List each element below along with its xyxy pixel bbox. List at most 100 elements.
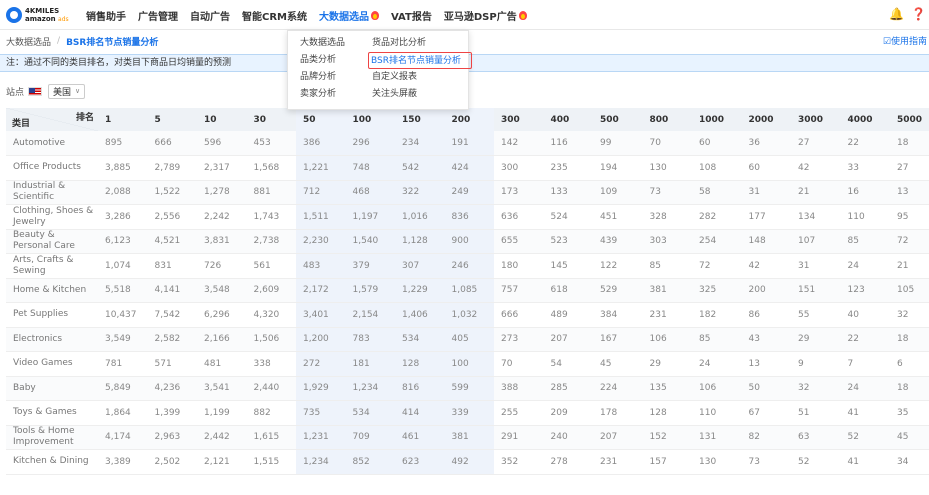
nav-item-6[interactable]: 亚马逊DSP广告	[444, 8, 527, 23]
table-row: Beauty & Personal Care 6,123 4,521 3,831 2,7…	[6, 229, 929, 254]
sales-cell: 282	[692, 204, 742, 230]
sales-cell: 596	[197, 131, 247, 156]
sales-cell: 5,849	[98, 376, 148, 401]
sales-cell: 142	[494, 131, 544, 156]
category-cell: Pet Supplies	[6, 302, 98, 328]
sales-cell: 24	[840, 376, 890, 401]
nav-item-0[interactable]: 销售助手	[86, 8, 126, 23]
table-row: Kitchen & Dining 3,389 2,502 2,121 1,515 1,23…	[6, 449, 929, 475]
sales-cell: 4,236	[147, 376, 197, 401]
sales-cell: 86	[741, 302, 791, 328]
category-cell: Tools & Home Improvement	[6, 425, 98, 450]
table-row: Tools & Home Improvement 4,174 2,963 2,442 1…	[6, 425, 929, 450]
site-select[interactable]: 美国 ∨	[48, 83, 86, 99]
dropdown-item[interactable]: 大数据选品	[298, 35, 347, 52]
sales-cell: 5,518	[98, 278, 148, 303]
sales-cell: 128	[642, 400, 692, 426]
rank-header: 200	[444, 108, 494, 131]
sales-cell: 85	[692, 327, 742, 352]
table-row: Pet Supplies 10,437 7,542 6,296 4,320 3,401 2,…	[6, 302, 929, 328]
rank-header: 3000	[791, 108, 841, 131]
rank-header: 5000	[890, 108, 929, 131]
nav-item-label: 亚马逊DSP广告	[443, 11, 517, 23]
sales-cell: 51	[791, 400, 841, 426]
sales-cell: 852	[345, 449, 395, 475]
sales-cell: 55	[791, 302, 841, 328]
nav-item-3[interactable]: 智能CRM系统	[242, 8, 307, 23]
breadcrumb-root[interactable]: 大数据选品	[6, 35, 51, 48]
rank-header: 5	[147, 108, 197, 131]
nav-item-1[interactable]: 广告管理	[138, 8, 178, 23]
dropdown-item[interactable]: BSR排名节点销量分析	[368, 52, 472, 69]
sales-cell: 439	[593, 229, 643, 254]
corner-category-label: 类目	[12, 119, 31, 129]
sales-cell: 1,221	[296, 155, 346, 181]
sales-cell: 1,074	[98, 253, 148, 279]
nav-item-4[interactable]: 大数据选品	[319, 8, 379, 23]
sales-cell: 122	[593, 253, 643, 279]
sales-cell: 133	[543, 180, 593, 205]
sales-cell: 2,556	[147, 204, 197, 230]
rank-header: 100	[345, 108, 395, 131]
sales-cell: 167	[593, 327, 643, 352]
sales-cell: 381	[642, 278, 692, 303]
sales-cell: 58	[692, 180, 742, 205]
sales-cell: 116	[543, 131, 593, 156]
sales-cell: 22	[840, 131, 890, 156]
table-row: Arts, Crafts & Sewing 1,074 831 726 561 483 37…	[6, 253, 929, 279]
breadcrumb: 大数据选品 / BSR排名节点销量分析	[6, 34, 158, 48]
sales-cell: 3,286	[98, 204, 148, 230]
sales-cell: 135	[642, 376, 692, 401]
nav-item-label: 智能CRM系统	[242, 11, 307, 23]
sales-cell: 1,579	[345, 278, 395, 303]
sales-cell: 1,197	[345, 204, 395, 230]
sales-cell: 483	[296, 253, 346, 279]
sales-cell: 2,154	[345, 302, 395, 328]
dropdown-item[interactable]: 品类分析	[298, 52, 347, 69]
nav-item-2[interactable]: 自动广告	[190, 8, 230, 23]
us-flag-icon	[28, 86, 43, 96]
sales-cell: 180	[494, 253, 544, 279]
sales-cell: 666	[494, 302, 544, 328]
logo-mark-icon	[6, 7, 22, 23]
sales-cell: 895	[98, 131, 148, 156]
sales-cell: 278	[543, 449, 593, 475]
sales-cell: 181	[345, 351, 395, 377]
sales-cell: 3,548	[197, 278, 247, 303]
site-select-value: 美国	[53, 87, 72, 98]
sales-cell: 231	[642, 302, 692, 328]
dropdown-item[interactable]: 卖家分析	[298, 86, 347, 103]
sales-cell: 1,032	[444, 302, 494, 328]
sales-cell: 191	[444, 131, 494, 156]
site-selector-row: 站点 美国 ∨	[6, 83, 86, 99]
sales-cell: 816	[395, 376, 445, 401]
usage-guide-link[interactable]: ☑使用指南	[883, 34, 927, 47]
rank-header: 2000	[741, 108, 791, 131]
notification-icon[interactable]: 🔔	[889, 7, 904, 21]
sales-cell: 831	[147, 253, 197, 279]
nav-item-5[interactable]: VAT报告	[391, 8, 432, 23]
sales-cell: 655	[494, 229, 544, 254]
sales-cell: 900	[444, 229, 494, 254]
sales-cell: 1,016	[395, 204, 445, 230]
table-row: Home & Kitchen 5,518 4,141 3,548 2,609 2,172 1…	[6, 278, 929, 303]
logo[interactable]: 4KMILES amazon ads	[6, 5, 86, 25]
sales-cell: 194	[593, 155, 643, 181]
sales-cell: 2,242	[197, 204, 247, 230]
sales-cell: 352	[494, 449, 544, 475]
dropdown-item[interactable]: 品牌分析	[298, 69, 347, 86]
dropdown-item[interactable]: 货品对比分析	[370, 35, 472, 52]
sales-cell: 2,121	[197, 449, 247, 475]
sales-cell: 783	[345, 327, 395, 352]
logo-line2: amazon	[25, 14, 56, 23]
sales-cell: 291	[494, 425, 544, 450]
help-icon[interactable]: ❓	[911, 7, 926, 21]
dropdown-item[interactable]: 自定义报表	[370, 69, 472, 86]
rank-header: 300	[494, 108, 544, 131]
category-cell: Beauty & Personal Care	[6, 229, 98, 254]
table-row: Office Products 3,885 2,789 2,317 1,568 1,221…	[6, 155, 929, 181]
dropdown-item[interactable]: 关注头屏蔽	[370, 86, 472, 103]
sales-cell: 726	[197, 253, 247, 279]
sales-cell: 542	[395, 155, 445, 181]
bsr-sales-table-container[interactable]: 类目 排名 1 5 10 30 50 100 150 200 300 400 500 800 1000 2…	[6, 108, 929, 495]
